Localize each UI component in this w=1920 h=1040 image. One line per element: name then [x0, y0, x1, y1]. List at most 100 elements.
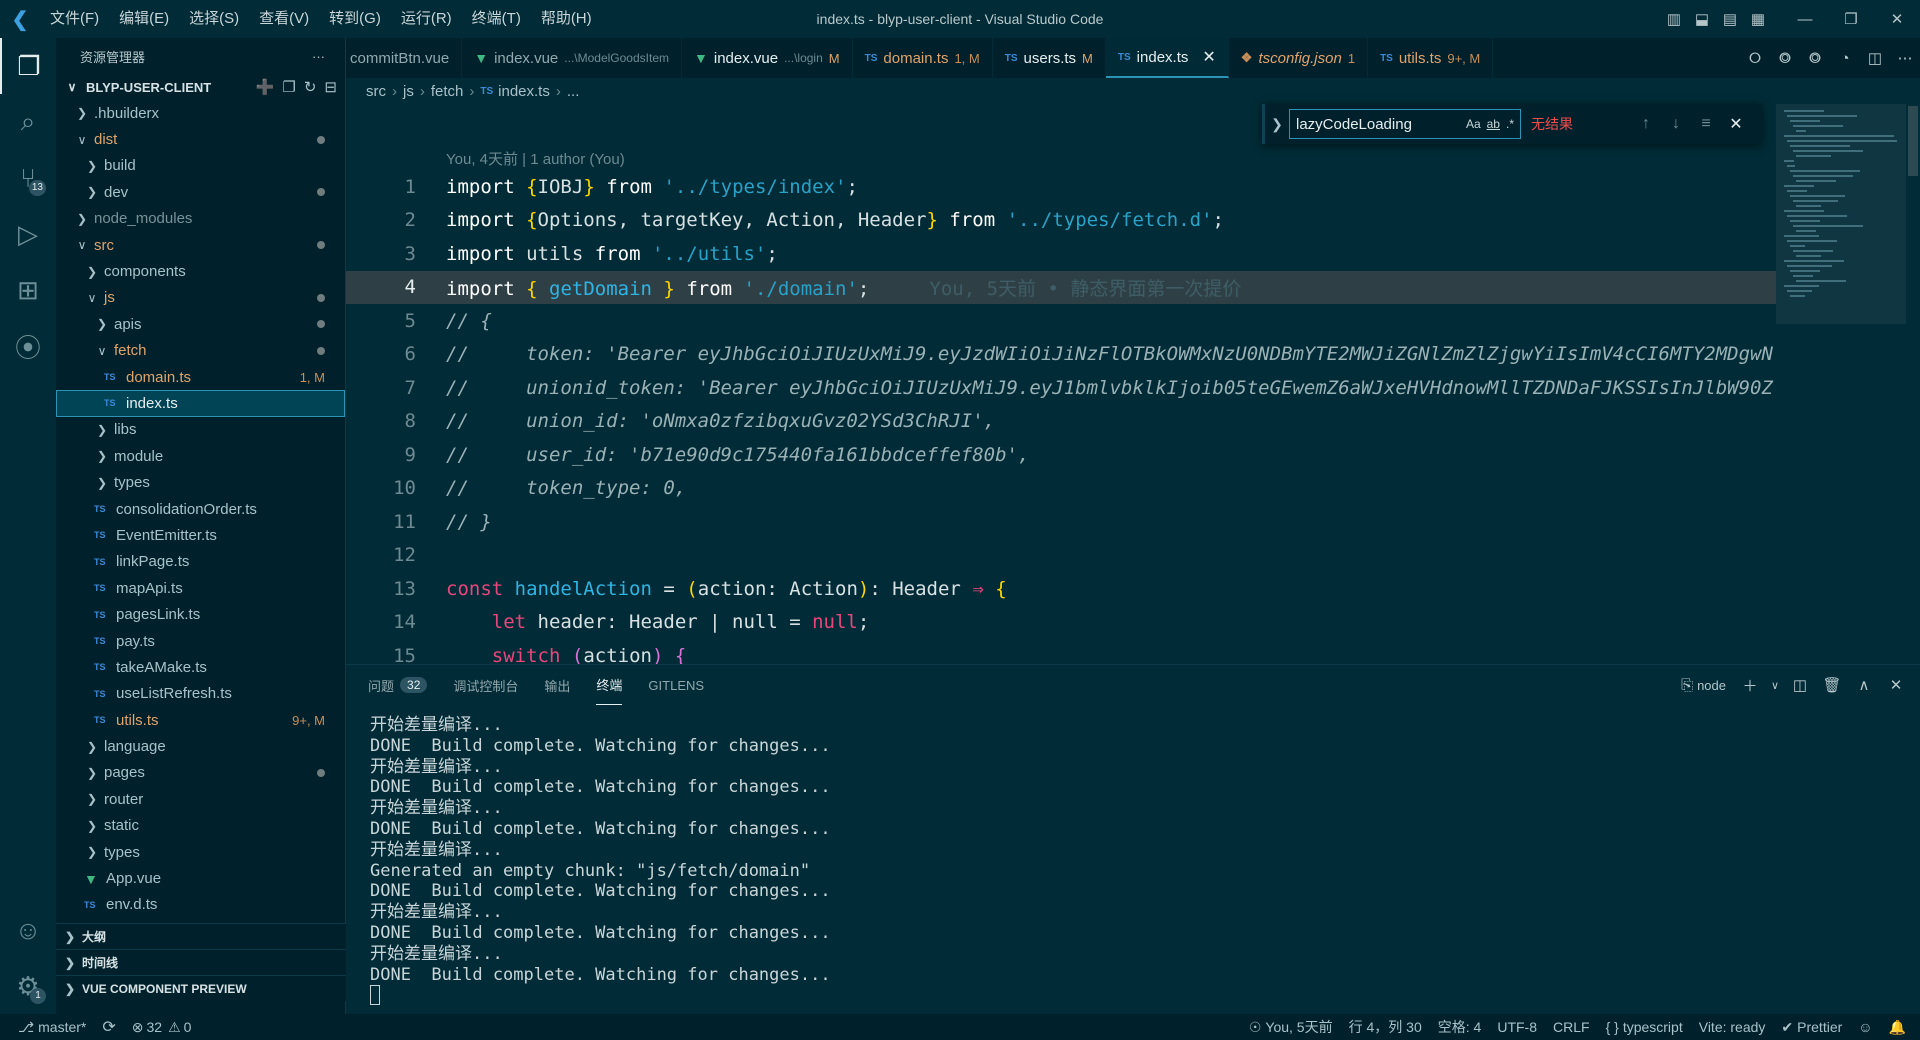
panel-tab[interactable]: GITLENS — [648, 665, 704, 705]
minimap[interactable] — [1776, 104, 1906, 664]
prettier-status[interactable]: ✔ Prettier — [1773, 1014, 1850, 1040]
editor-scrollbar[interactable] — [1906, 104, 1920, 664]
code-line[interactable]: 13 const handelAction = (action: Action):… — [346, 572, 1776, 606]
tree-folder[interactable]: ∨ dist — [56, 126, 345, 152]
panel-tab[interactable]: 问题 32 — [368, 665, 428, 705]
tree-folder[interactable]: ∨ fetch — [56, 338, 345, 364]
customize-layout-icon[interactable]: ▦ — [1744, 0, 1772, 38]
refresh-icon[interactable]: ↻ — [304, 78, 317, 96]
tree-folder[interactable]: ❯ module — [56, 443, 345, 469]
tree-file[interactable]: TS linkPage.ts — [56, 549, 345, 575]
find-input[interactable] — [1296, 115, 1460, 133]
git-commit-prev-icon[interactable]: ⭗ — [1770, 38, 1800, 78]
tree-file[interactable]: TS utils.ts 9+, M — [56, 707, 345, 733]
terminal-output[interactable]: 开始差量编译... DONE Build complete. Watching f… — [370, 715, 831, 1006]
new-folder-icon[interactable]: ❐ — [282, 78, 295, 96]
terminal-icon[interactable]: ⎘ — [1681, 665, 1693, 705]
tree-folder[interactable]: ❯ types — [56, 839, 345, 865]
menu-item[interactable]: 运行(R) — [391, 0, 462, 38]
editor-tab[interactable]: TS index.ts ✕ — [1105, 38, 1229, 78]
menu-item[interactable]: 终端(T) — [462, 0, 531, 38]
code-line-current[interactable]: 4 import { getDomain } from './domain'; Yo… — [346, 270, 1776, 304]
match-whole-word-icon[interactable]: ab — [1487, 117, 1500, 131]
code-line[interactable]: 9 // user_id: 'b71e90d9c175440fa161bbdcef… — [346, 438, 1776, 472]
collapse-all-icon[interactable]: ⊟ — [324, 78, 337, 96]
account-icon[interactable]: ☺ — [0, 902, 56, 958]
tree-folder[interactable]: ❯ types — [56, 469, 345, 495]
menu-item[interactable]: 选择(S) — [179, 0, 249, 38]
code-line[interactable]: 1 import {IOBJ} from '../types/index'; — [346, 170, 1776, 204]
toggle-panel-icon[interactable]: ⬓ — [1688, 0, 1716, 38]
maximize-panel-icon[interactable]: ∧ — [1850, 665, 1878, 705]
cursor-position[interactable]: 行 4，列 30 — [1341, 1014, 1430, 1040]
vite-status[interactable]: Vite: ready — [1691, 1014, 1774, 1040]
code-line[interactable]: 10 // token_type: 0, — [346, 472, 1776, 506]
tree-folder[interactable]: ❯ libs — [56, 417, 345, 443]
tree-file[interactable]: ▼ App.vue — [56, 865, 345, 891]
tree-folder[interactable]: ❯ components — [56, 258, 345, 284]
tree-folder[interactable]: ❯ .hbuilderx — [56, 100, 345, 126]
more-actions-icon[interactable]: ⋯ — [1890, 38, 1920, 78]
use-regex-icon[interactable]: .* — [1506, 117, 1514, 131]
breadcrumb-item[interactable]: fetch — [431, 83, 464, 100]
vue-preview-section[interactable]: ❯ VUE COMPONENT PREVIEW — [56, 975, 346, 1001]
editor-tab[interactable]: TS utils.ts 9+, M — [1368, 38, 1494, 78]
next-match-icon[interactable]: ↓ — [1661, 115, 1691, 133]
tree-file[interactable]: TS index.ts — [56, 390, 345, 417]
code-line[interactable]: 5 // { — [346, 304, 1776, 338]
panel-tab[interactable]: 终端 — [596, 665, 623, 705]
tree-folder[interactable]: ❯ apis — [56, 311, 345, 337]
codelens-author[interactable]: You, 4天前 | 1 author (You) — [446, 148, 625, 169]
panel-tab[interactable]: 调试控制台 — [453, 665, 518, 705]
menu-item[interactable]: 文件(F) — [40, 0, 109, 38]
code-editor[interactable]: You, 4天前 | 1 author (You) 1 import {IOBJ}… — [346, 104, 1776, 664]
tree-folder[interactable]: ❯ pages — [56, 760, 345, 786]
editor-tab[interactable]: commitBtn.vue — [346, 38, 463, 78]
tree-folder[interactable]: ❯ node_modules — [56, 206, 345, 232]
tree-file[interactable]: TS EventEmitter.ts — [56, 522, 345, 548]
restore-button[interactable]: ❐ — [1828, 0, 1874, 38]
timeline-section[interactable]: ❯ 时间线 — [56, 949, 346, 975]
toggle-replace-chevron-icon[interactable]: ❯ — [1265, 116, 1289, 133]
language-mode[interactable]: { } typescript — [1598, 1014, 1691, 1040]
panel-tab[interactable]: 输出 — [544, 665, 570, 705]
problems-indicator[interactable]: ⊗ 32 ⚠ 0 — [124, 1014, 200, 1040]
code-line[interactable]: 12 — [346, 539, 1776, 573]
tree-folder[interactable]: ❯ static — [56, 813, 345, 839]
more-actions-icon[interactable]: ··· — [312, 49, 325, 64]
minimize-button[interactable]: — — [1782, 0, 1828, 38]
editor-tab[interactable]: TS users.ts M — [993, 38, 1106, 78]
tree-file[interactable]: TS mapApi.ts — [56, 575, 345, 601]
tree-folder[interactable]: ❯ build — [56, 153, 345, 179]
breadcrumb-item[interactable]: src — [366, 83, 386, 100]
split-terminal-icon[interactable]: ◫ — [1786, 665, 1814, 705]
editor-tab[interactable]: ▼ index.vue ...\login M — [682, 38, 853, 78]
tree-folder[interactable]: ∨ js — [56, 285, 345, 311]
menu-item[interactable]: 转到(G) — [319, 0, 391, 38]
close-window-button[interactable]: ✕ — [1874, 0, 1920, 38]
git-commit-next-icon[interactable]: ⭗ — [1800, 38, 1830, 78]
menu-item[interactable]: 帮助(H) — [531, 0, 602, 38]
toggle-primary-sidebar-icon[interactable]: ▥ — [1660, 0, 1688, 38]
close-panel-icon[interactable]: ✕ — [1882, 665, 1910, 705]
code-line[interactable]: 8 // union_id: 'oNmxa0zfzibqxuGvz02YSd3Ch… — [346, 405, 1776, 439]
run-debug-icon[interactable]: ▷ — [0, 206, 56, 262]
previous-match-icon[interactable]: ↑ — [1631, 115, 1661, 133]
explorer-icon[interactable]: ❐ — [0, 38, 56, 94]
workspace-root[interactable]: ∨ BLYP-USER-CLIENT ➕ ❐ ↻ ⊟ — [56, 74, 345, 100]
tree-folder[interactable]: ❯ language — [56, 733, 345, 759]
toggle-secondary-sidebar-icon[interactable]: ▤ — [1716, 0, 1744, 38]
encoding[interactable]: UTF-8 — [1489, 1014, 1545, 1040]
search-icon[interactable]: ⌕ — [0, 94, 56, 150]
indentation[interactable]: 空格: 4 — [1430, 1014, 1490, 1040]
extensions-icon[interactable]: ⊞ — [0, 262, 56, 318]
code-line[interactable]: 3 import utils from '../utils'; — [346, 237, 1776, 271]
editor-tab[interactable]: TS domain.ts 1, M — [853, 38, 993, 78]
end-of-line[interactable]: CRLF — [1545, 1014, 1598, 1040]
tree-file[interactable]: TS domain.ts 1, M — [56, 364, 345, 390]
tree-file[interactable]: TS env.d.ts — [56, 892, 345, 918]
code-line[interactable]: 7 // unionid_token: 'Bearer eyJhbGciOiJIU… — [346, 371, 1776, 405]
close-tab-icon[interactable]: ✕ — [1202, 47, 1215, 67]
chevron-down-icon[interactable]: ∨ — [1768, 665, 1782, 705]
timeline-icon[interactable]: ◔ — [1830, 38, 1860, 78]
